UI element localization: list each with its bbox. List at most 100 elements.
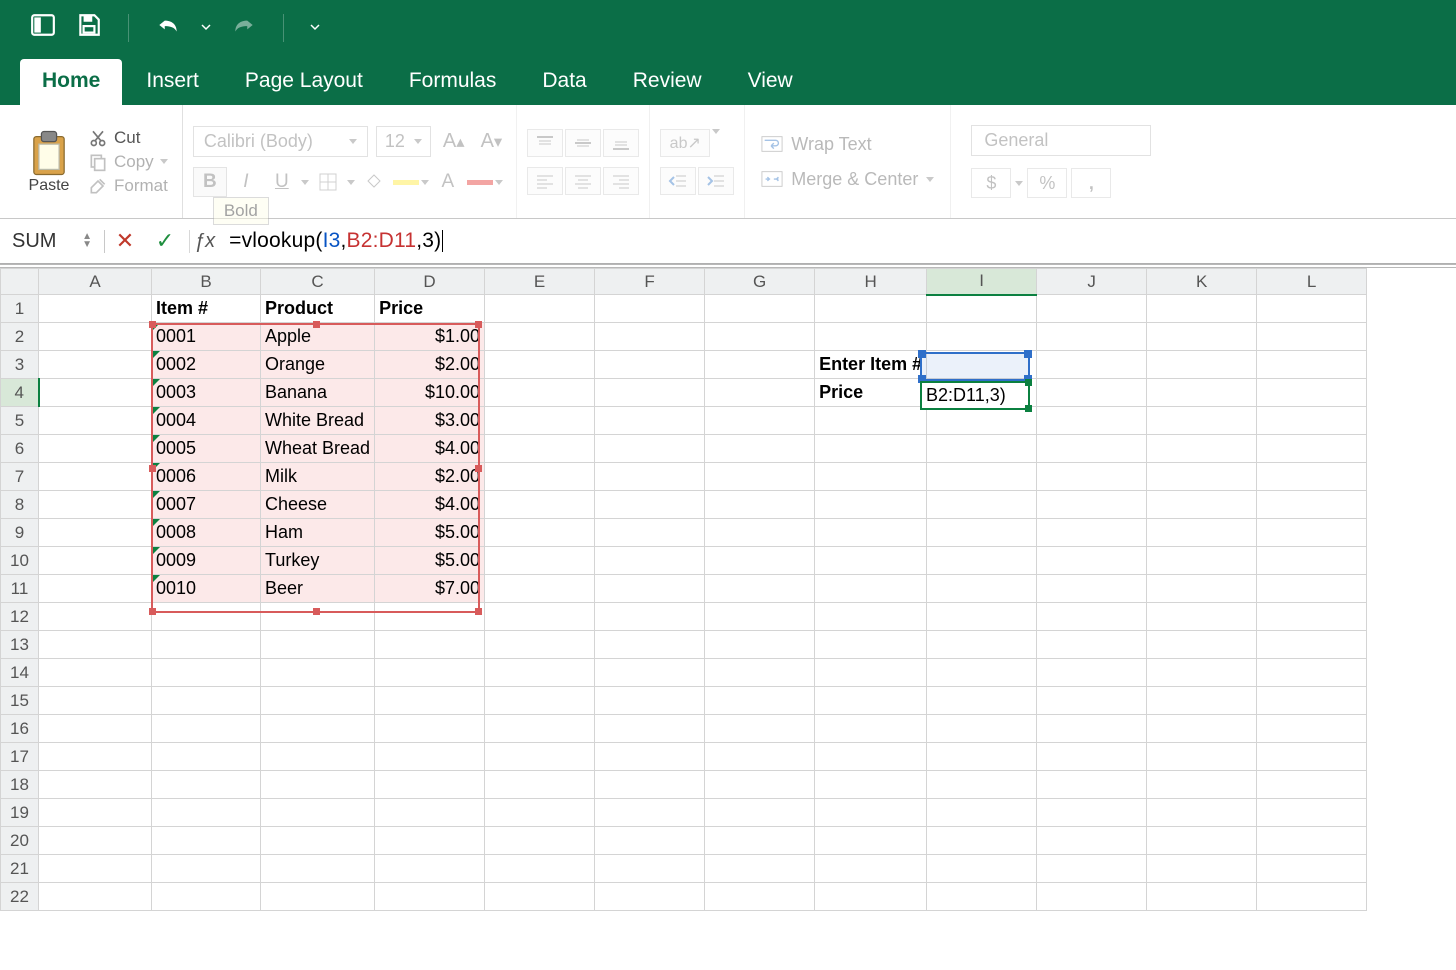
cell-G3[interactable] [705, 351, 815, 379]
col-header-G[interactable]: G [705, 269, 815, 295]
row-header-14[interactable]: 14 [1, 659, 39, 687]
cell-E16[interactable] [485, 715, 595, 743]
cell-H3[interactable]: Enter Item # [815, 351, 927, 379]
cell-H17[interactable] [815, 743, 927, 771]
accept-formula-button[interactable]: ✓ [145, 228, 185, 254]
cell-E15[interactable] [485, 687, 595, 715]
cell-J4[interactable] [1037, 379, 1147, 407]
cell-D13[interactable] [375, 631, 485, 659]
cell-H15[interactable] [815, 687, 927, 715]
cell-B14[interactable] [152, 659, 261, 687]
cell-J5[interactable] [1037, 407, 1147, 435]
cell-C5[interactable]: White Bread [261, 407, 375, 435]
cell-F8[interactable] [595, 491, 705, 519]
cell-C8[interactable]: Cheese [261, 491, 375, 519]
cell-K1[interactable] [1147, 295, 1257, 323]
cell-C18[interactable] [261, 771, 375, 799]
cell-C12[interactable] [261, 603, 375, 631]
cell-B16[interactable] [152, 715, 261, 743]
cell-H16[interactable] [815, 715, 927, 743]
align-left-button[interactable] [527, 167, 563, 195]
cell-I21[interactable] [927, 855, 1037, 883]
cell-E1[interactable] [485, 295, 595, 323]
name-box[interactable]: SUM ▲▼ [0, 230, 105, 253]
col-header-D[interactable]: D [375, 269, 485, 295]
cell-B1[interactable]: Item # [152, 295, 261, 323]
tab-insert[interactable]: Insert [124, 59, 221, 105]
save-icon[interactable] [76, 12, 102, 43]
undo-icon[interactable] [155, 12, 181, 43]
col-header-C[interactable]: C [261, 269, 375, 295]
italic-button[interactable]: I [229, 167, 263, 197]
cell-F2[interactable] [595, 323, 705, 351]
tab-data[interactable]: Data [520, 59, 608, 105]
cell-D2[interactable]: $1.00 [375, 323, 485, 351]
cell-E3[interactable] [485, 351, 595, 379]
cell-B13[interactable] [152, 631, 261, 659]
cell-I14[interactable] [927, 659, 1037, 687]
cell-K16[interactable] [1147, 715, 1257, 743]
cell-L20[interactable] [1257, 827, 1367, 855]
cell-H21[interactable] [815, 855, 927, 883]
cell-B5[interactable]: 0004 [152, 407, 261, 435]
align-top-button[interactable] [527, 129, 563, 157]
cell-G18[interactable] [705, 771, 815, 799]
cell-A17[interactable] [39, 743, 152, 771]
cell-E6[interactable] [485, 435, 595, 463]
col-header-J[interactable]: J [1037, 269, 1147, 295]
cell-K11[interactable] [1147, 575, 1257, 603]
cell-F3[interactable] [595, 351, 705, 379]
cell-K21[interactable] [1147, 855, 1257, 883]
cell-F18[interactable] [595, 771, 705, 799]
cell-C6[interactable]: Wheat Bread [261, 435, 375, 463]
shrink-font-button[interactable]: A▾ [477, 130, 507, 153]
cell-A8[interactable] [39, 491, 152, 519]
cell-I15[interactable] [927, 687, 1037, 715]
row-header-13[interactable]: 13 [1, 631, 39, 659]
cell-K10[interactable] [1147, 547, 1257, 575]
row-header-16[interactable]: 16 [1, 715, 39, 743]
cell-F14[interactable] [595, 659, 705, 687]
cell-G16[interactable] [705, 715, 815, 743]
row-header-22[interactable]: 22 [1, 883, 39, 911]
tab-review[interactable]: Review [611, 59, 724, 105]
cell-L17[interactable] [1257, 743, 1367, 771]
cell-J1[interactable] [1037, 295, 1147, 323]
cell-G11[interactable] [705, 575, 815, 603]
cell-E5[interactable] [485, 407, 595, 435]
cell-C4[interactable]: Banana [261, 379, 375, 407]
cell-E14[interactable] [485, 659, 595, 687]
cell-K9[interactable] [1147, 519, 1257, 547]
cell-A11[interactable] [39, 575, 152, 603]
underline-button[interactable]: U [265, 167, 299, 197]
cell-G9[interactable] [705, 519, 815, 547]
cell-J8[interactable] [1037, 491, 1147, 519]
cell-L14[interactable] [1257, 659, 1367, 687]
fx-icon[interactable]: ƒx [189, 230, 223, 253]
col-header-A[interactable]: A [39, 269, 152, 295]
cell-L13[interactable] [1257, 631, 1367, 659]
formula-input[interactable]: =vlookup(I3,B2:D11,3) [223, 229, 1456, 253]
comma-button[interactable]: , [1071, 168, 1111, 198]
cell-D9[interactable]: $5.00 [375, 519, 485, 547]
cell-I18[interactable] [927, 771, 1037, 799]
cell-E21[interactable] [485, 855, 595, 883]
cell-B17[interactable] [152, 743, 261, 771]
cell-J15[interactable] [1037, 687, 1147, 715]
cell-A1[interactable] [39, 295, 152, 323]
cell-G7[interactable] [705, 463, 815, 491]
cell-K5[interactable] [1147, 407, 1257, 435]
wrap-text-button[interactable]: Wrap Text [761, 134, 934, 155]
cell-J16[interactable] [1037, 715, 1147, 743]
cell-E13[interactable] [485, 631, 595, 659]
cell-D6[interactable]: $4.00 [375, 435, 485, 463]
undo-dropdown-icon[interactable] [201, 19, 211, 37]
cell-K7[interactable] [1147, 463, 1257, 491]
cell-A20[interactable] [39, 827, 152, 855]
row-header-17[interactable]: 17 [1, 743, 39, 771]
cell-A3[interactable] [39, 351, 152, 379]
cell-B3[interactable]: 0002 [152, 351, 261, 379]
cell-C1[interactable]: Product [261, 295, 375, 323]
cell-D11[interactable]: $7.00 [375, 575, 485, 603]
decrease-indent-button[interactable] [660, 167, 696, 195]
